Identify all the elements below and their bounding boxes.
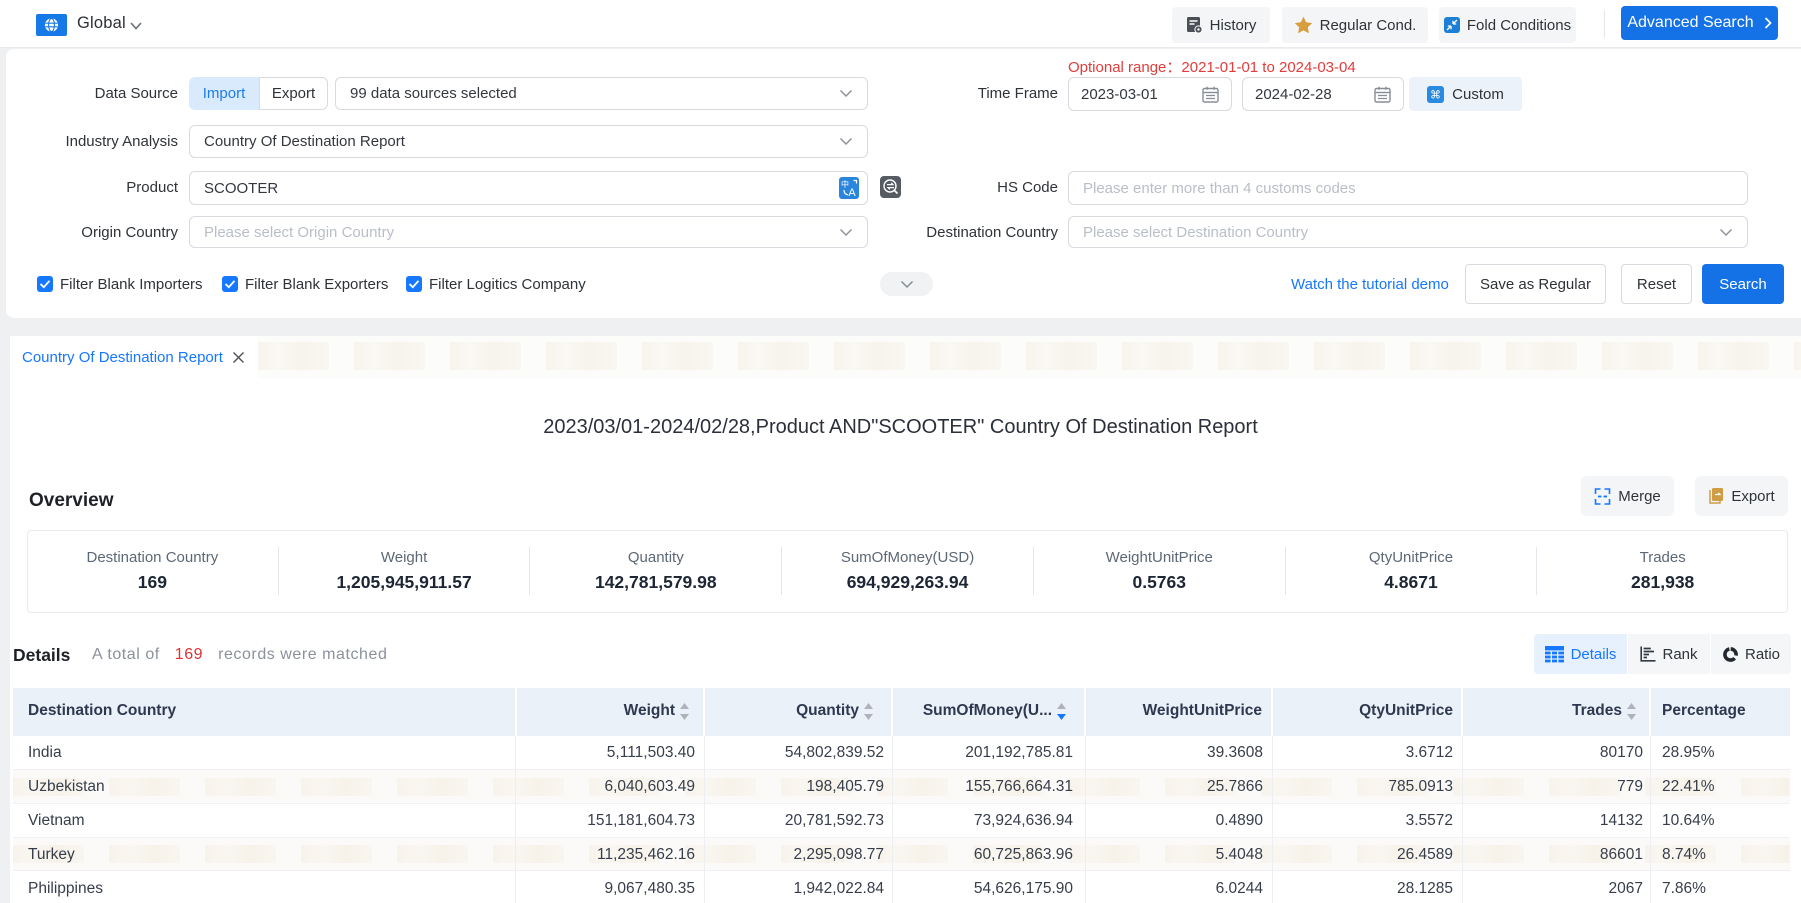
svg-text:⌘: ⌘ <box>1430 89 1441 101</box>
svg-text:A: A <box>848 187 856 199</box>
